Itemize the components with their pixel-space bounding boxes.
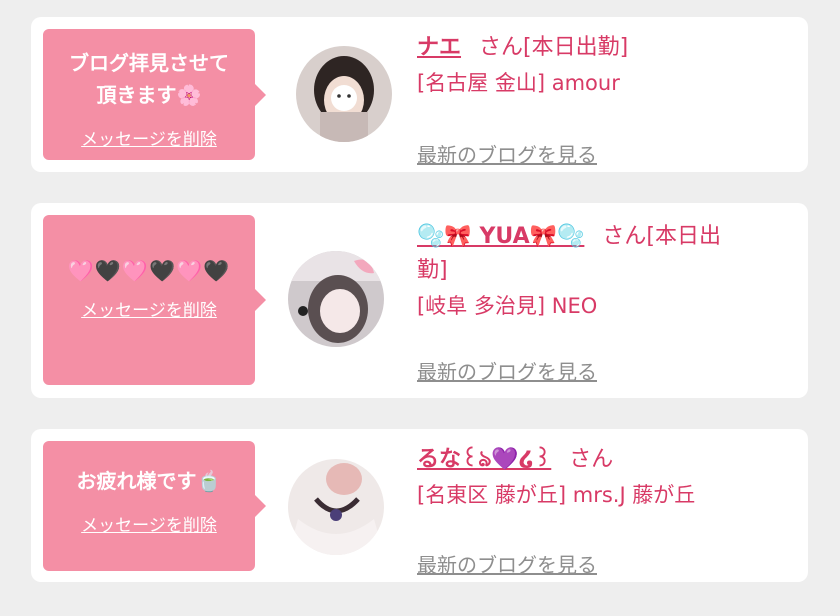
message-card: 🩷🖤🩷🖤🩷🖤 メッセージを削除 🫧🎀 YUA🎀🫧 さん[本日出 勤] [岐阜 多治… xyxy=(31,203,808,398)
avatar-photo-icon xyxy=(288,459,384,555)
message-bubble: お疲れ様です🍵 メッセージを削除 xyxy=(43,441,266,571)
message-info: るな꒰ঌ💜໒꒱ さん [名東区 藤が丘] mrs.J 藤が丘 最新のブログを見る xyxy=(417,443,772,577)
avatar[interactable] xyxy=(296,46,392,142)
shop-label: [岐阜 多治見] NEO xyxy=(417,294,598,318)
message-text: 🩷🖤🩷🖤🩷🖤 xyxy=(67,259,231,283)
sender-line: 🫧🎀 YUA🎀🫧 さん[本日出 xyxy=(417,220,772,254)
latest-blog-link[interactable]: 最新のブログを見る xyxy=(417,549,597,578)
sender-honorific: さん[本日出勤] xyxy=(479,35,629,60)
sender-name-link[interactable]: 🫧🎀 YUA🎀🫧 xyxy=(417,224,584,249)
message-bubble: 🩷🖤🩷🖤🩷🖤 メッセージを削除 xyxy=(43,215,266,385)
sender-honorific: さん[本日出 xyxy=(602,224,721,249)
sender-line: るな꒰ঌ💜໒꒱ さん xyxy=(417,443,772,477)
latest-blog-link[interactable]: 最新のブログを見る xyxy=(417,356,597,385)
avatar[interactable] xyxy=(288,459,384,555)
avatar-photo-icon xyxy=(288,251,384,347)
shop-label: [名古屋 金山] amour xyxy=(417,71,620,95)
sender-honorific: さん xyxy=(569,447,614,472)
message-info: ナエ さん[本日出勤] [名古屋 金山] amour 最新のブログを見る xyxy=(417,31,772,167)
sender-line: ナエ さん[本日出勤] xyxy=(417,31,772,65)
sender-name-link[interactable]: ナエ xyxy=(417,35,461,60)
avatar[interactable] xyxy=(288,251,384,347)
message-text: お疲れ様です🍵 xyxy=(76,469,222,493)
delete-message-link[interactable]: メッセージを削除 xyxy=(43,511,255,536)
message-text: ブログ拝見させて xyxy=(69,51,229,75)
sender-honorific-cont: 勤] xyxy=(417,258,448,283)
message-text: 頂きます🌸 xyxy=(96,83,202,107)
avatar-photo-icon xyxy=(296,46,392,142)
message-card: ブログ拝見させて 頂きます🌸 メッセージを削除 ナエ さん[本日出勤] [名古屋 … xyxy=(31,17,808,172)
shop-label: [名東区 藤が丘] mrs.J 藤が丘 xyxy=(417,483,696,507)
sender-name-link[interactable]: るな꒰ঌ💜໒꒱ xyxy=(417,447,551,472)
latest-blog-link[interactable]: 最新のブログを見る xyxy=(417,139,597,168)
message-card: お疲れ様です🍵 メッセージを削除 るな꒰ঌ💜໒꒱ さん [名東区 藤が丘] mrs… xyxy=(31,429,808,582)
message-info: 🫧🎀 YUA🎀🫧 さん[本日出 勤] [岐阜 多治見] NEO 最新のブログを見る xyxy=(417,220,772,384)
delete-message-link[interactable]: メッセージを削除 xyxy=(43,296,255,321)
delete-message-link[interactable]: メッセージを削除 xyxy=(43,125,255,150)
message-bubble: ブログ拝見させて 頂きます🌸 メッセージを削除 xyxy=(43,29,266,160)
